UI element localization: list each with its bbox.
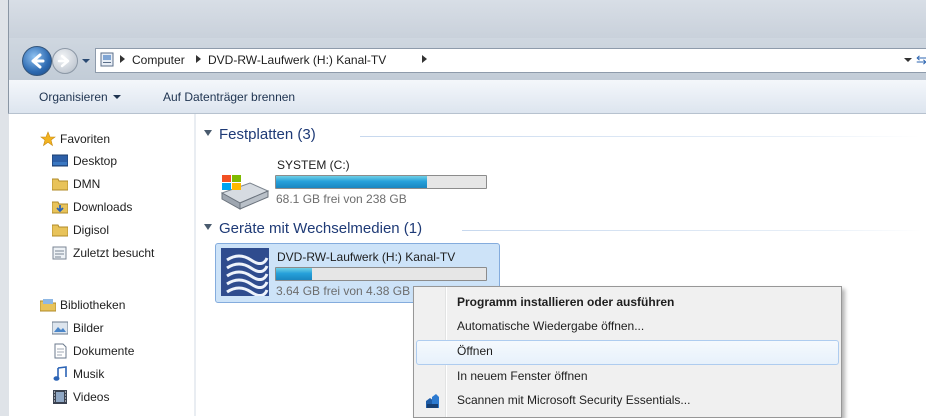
computer-location-icon xyxy=(100,52,114,67)
menu-item-scan-mse[interactable]: Scannen mit Microsoft Security Essential… xyxy=(416,389,839,412)
chevron-down-icon xyxy=(82,59,90,63)
menu-item-autoplay[interactable]: Automatische Wiedergabe öffnen... xyxy=(416,315,839,338)
breadcrumb-separator-icon[interactable] xyxy=(422,55,427,63)
command-bar: Organisieren Auf Datenträger brennen xyxy=(8,80,926,114)
refresh-icon[interactable]: ⇆ xyxy=(916,51,926,69)
videos-library-icon xyxy=(53,390,67,404)
hard-drive-icon xyxy=(220,175,270,210)
drive-name: SYSTEM (C:) xyxy=(277,158,350,172)
collapse-triangle-icon xyxy=(204,130,212,136)
context-menu: Programm installieren oder ausführen Aut… xyxy=(413,286,842,418)
menu-item-label: Programm installieren oder ausführen xyxy=(457,295,675,309)
title-bar[interactable] xyxy=(8,0,926,38)
security-essentials-icon xyxy=(426,394,439,408)
forward-arrow-icon xyxy=(57,54,70,68)
burn-to-disc-button[interactable]: Auf Datenträger brennen xyxy=(163,90,295,104)
libraries-icon xyxy=(40,299,56,312)
pictures-library-icon xyxy=(52,321,68,335)
nav-label: Favoriten xyxy=(60,132,111,146)
downloads-folder-icon xyxy=(52,201,68,214)
group-divider xyxy=(462,230,922,231)
menu-item-label: Scannen mit Microsoft Security Essential… xyxy=(457,393,691,407)
breadcrumb-separator-icon[interactable] xyxy=(196,55,201,63)
address-bar[interactable]: Computer DVD-RW-Laufwerk (H:) Kanal-TV ⇆ xyxy=(95,48,926,73)
nav-label: Bilder xyxy=(73,321,104,335)
back-button[interactable] xyxy=(22,46,52,76)
drive-usage-fill xyxy=(276,268,312,280)
folder-icon xyxy=(52,224,68,237)
nav-label: Musik xyxy=(73,367,105,381)
group-divider xyxy=(360,136,920,137)
drive-usage-bar xyxy=(275,267,487,281)
drive-usage-bar xyxy=(275,175,487,189)
recent-places-icon xyxy=(52,246,67,260)
drive-usage-fill xyxy=(276,176,428,188)
dvd-drive-icon xyxy=(221,248,269,296)
folder-icon xyxy=(52,178,68,191)
menu-item-open-new-window[interactable]: In neuem Fenster öffnen xyxy=(416,365,839,388)
menu-item-label: Öffnen xyxy=(457,344,493,358)
documents-library-icon xyxy=(54,343,67,359)
chevron-down-icon xyxy=(112,95,121,99)
nav-label: Zuletzt besucht xyxy=(73,246,155,260)
explorer-window: Computer DVD-RW-Laufwerk (H:) Kanal-TV ⇆… xyxy=(0,0,926,418)
drive-name: DVD-RW-Laufwerk (H:) Kanal-TV xyxy=(277,250,456,264)
menu-item-label: In neuem Fenster öffnen xyxy=(457,369,588,383)
music-library-icon xyxy=(53,366,67,381)
address-history-chevron-icon[interactable] xyxy=(904,58,912,62)
organize-menu-button[interactable]: Organisieren xyxy=(39,90,121,104)
breadcrumb-separator-icon[interactable] xyxy=(120,55,125,63)
navigation-bar: Computer DVD-RW-Laufwerk (H:) Kanal-TV ⇆ xyxy=(8,38,926,80)
back-arrow-icon xyxy=(31,53,45,69)
nav-label: Digisol xyxy=(73,223,110,237)
group-header-removable[interactable]: Geräte mit Wechselmedien (1) xyxy=(204,220,422,240)
recent-pages-dropdown[interactable] xyxy=(81,55,91,65)
breadcrumb-dvd-drive[interactable]: DVD-RW-Laufwerk (H:) Kanal-TV xyxy=(208,53,386,67)
navigation-pane: Favoriten Desktop DMN Downloads Digisol … xyxy=(9,114,194,416)
organize-label: Organisieren xyxy=(39,90,108,104)
drive-free-space: 3.64 GB frei von 4.38 GB xyxy=(276,284,411,298)
nav-label: Desktop xyxy=(73,154,118,168)
menu-item-open[interactable]: Öffnen xyxy=(416,340,839,365)
collapse-triangle-icon xyxy=(204,224,212,230)
nav-label: Downloads xyxy=(73,200,133,214)
breadcrumb-computer[interactable]: Computer xyxy=(132,53,185,67)
star-icon xyxy=(40,131,56,147)
group-title: Festplatten (3) xyxy=(219,126,316,143)
drive-free-space: 68.1 GB frei von 238 GB xyxy=(276,192,407,206)
nav-label: Dokumente xyxy=(73,344,135,358)
group-header-harddisks[interactable]: Festplatten (3) xyxy=(204,126,316,146)
menu-item-install-run[interactable]: Programm installieren oder ausführen xyxy=(416,291,839,314)
menu-item-label: Automatische Wiedergabe öffnen... xyxy=(457,319,645,333)
nav-label: Bibliotheken xyxy=(60,298,126,312)
group-title: Geräte mit Wechselmedien (1) xyxy=(219,220,423,237)
nav-label: Videos xyxy=(73,390,110,404)
nav-label: DMN xyxy=(73,177,101,191)
forward-button[interactable] xyxy=(52,48,78,74)
desktop-icon xyxy=(52,154,68,167)
